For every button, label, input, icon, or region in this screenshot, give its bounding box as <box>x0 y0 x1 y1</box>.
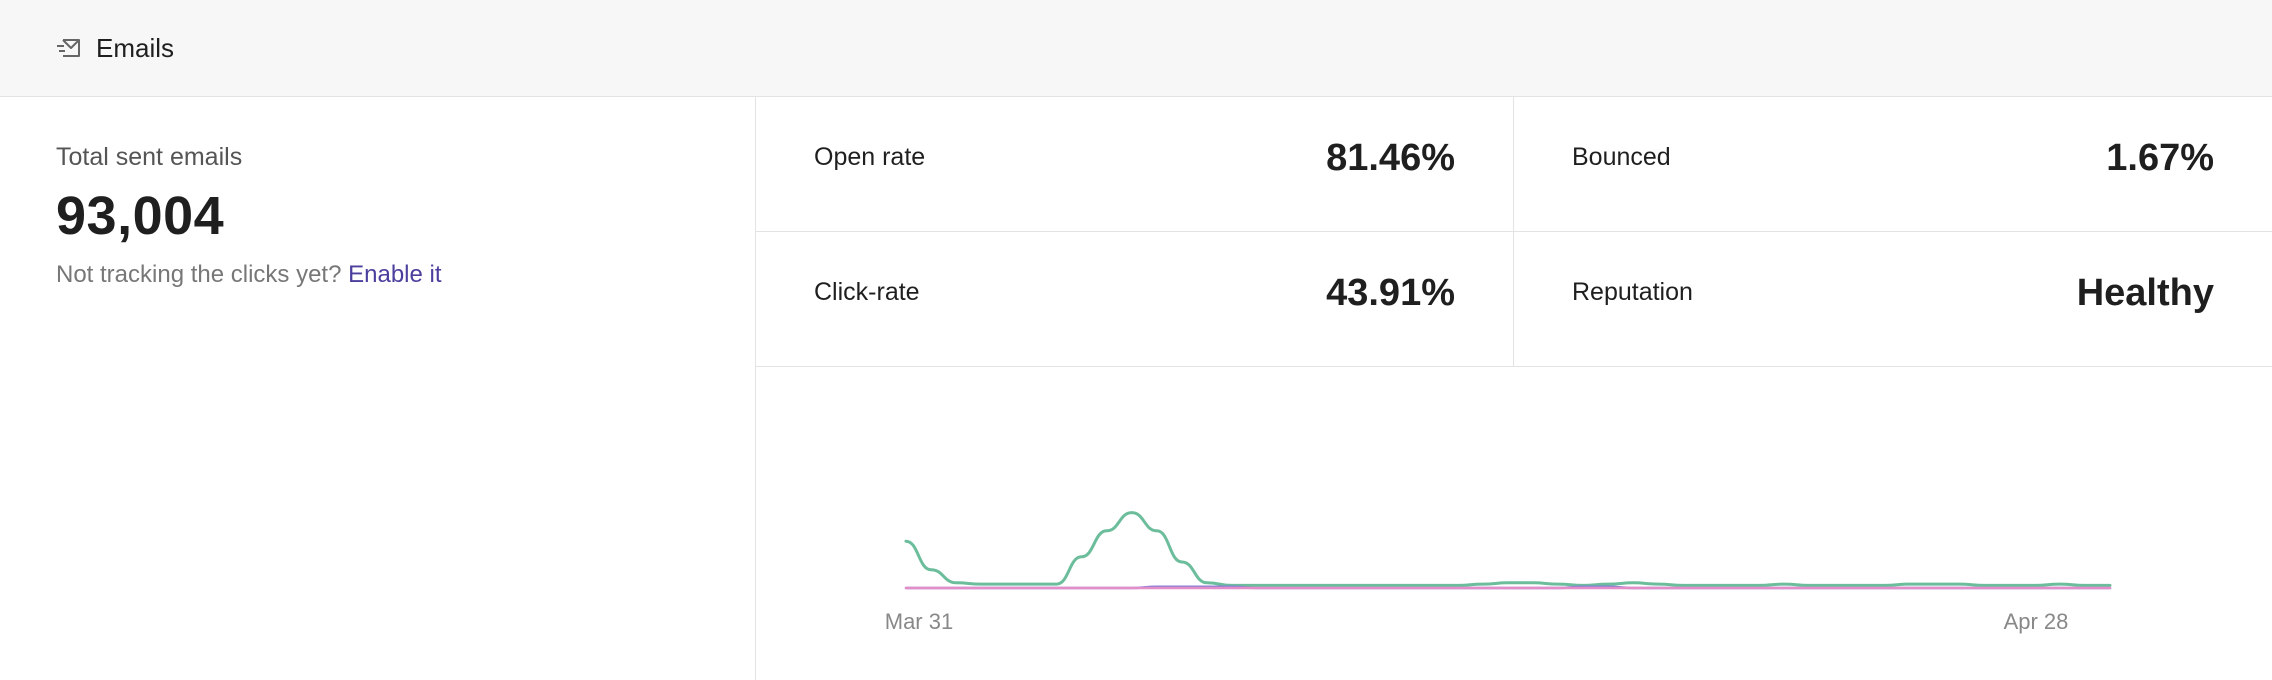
summary-panel: Total sent emails 93,004 Not tracking th… <box>0 97 756 680</box>
page-title: Emails <box>96 33 175 63</box>
send-mail-icon <box>57 39 80 57</box>
metric-value: 1.67% <box>2106 137 2214 179</box>
metric-value: 43.91% <box>1326 272 1455 314</box>
total-sent-value: 93,004 <box>56 186 225 246</box>
x-tick-label: Mar 31 <box>885 609 953 634</box>
metric-name: Reputation <box>1572 278 1693 306</box>
metric-click-rate: Click-rate 43.91% <box>756 232 1514 367</box>
x-tick-label: Apr 28 <box>2004 609 2069 634</box>
metric-open-rate: Open rate 81.46% <box>756 97 1514 232</box>
click-tracking-hint: Not tracking the clicks yet? Enable it <box>56 261 442 289</box>
metric-name: Bounced <box>1572 143 1671 171</box>
email-activity-chart: Mar 31 Apr 28 <box>756 367 2272 680</box>
metric-value: Healthy <box>2076 272 2214 314</box>
click-tracking-hint-text: Not tracking the clicks yet? <box>56 261 342 288</box>
chart-svg: Mar 31 Apr 28 <box>885 511 2112 634</box>
metric-name: Open rate <box>814 143 926 171</box>
metric-value: 81.46% <box>1326 137 1455 179</box>
page-header: Emails <box>0 0 2272 97</box>
total-sent-label: Total sent emails <box>56 143 243 171</box>
metric-reputation: Reputation Healthy <box>1514 232 2272 367</box>
series-line-0 <box>904 511 2112 587</box>
metric-bounced: Bounced 1.67% <box>1514 97 2272 232</box>
metric-name: Click-rate <box>814 278 920 306</box>
enable-click-tracking-link[interactable]: Enable it <box>348 261 441 288</box>
